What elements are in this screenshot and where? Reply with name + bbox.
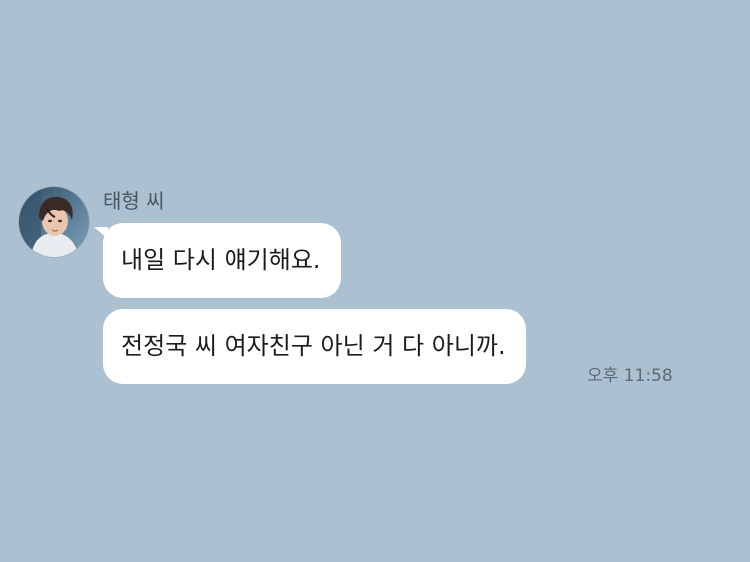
sender-name: 태형 씨 (103, 189, 165, 213)
message-bubble[interactable]: 전정국 씨 여자친구 아닌 거 다 아니까. (103, 309, 526, 384)
message-bubble[interactable]: 내일 다시 얘기해요. (94, 223, 341, 298)
avatar[interactable] (19, 187, 89, 257)
message-text: 내일 다시 얘기해요. (121, 246, 321, 274)
message-text: 전정국 씨 여자친구 아닌 거 다 아니까. (121, 332, 506, 360)
chat-area: 태형 씨 내일 다시 얘기해요. 전정국 씨 여자친구 아닌 거 다 아니까. … (0, 0, 750, 562)
profile-photo-icon (19, 187, 89, 257)
message-timestamp: 오후 11:58 (587, 366, 673, 386)
